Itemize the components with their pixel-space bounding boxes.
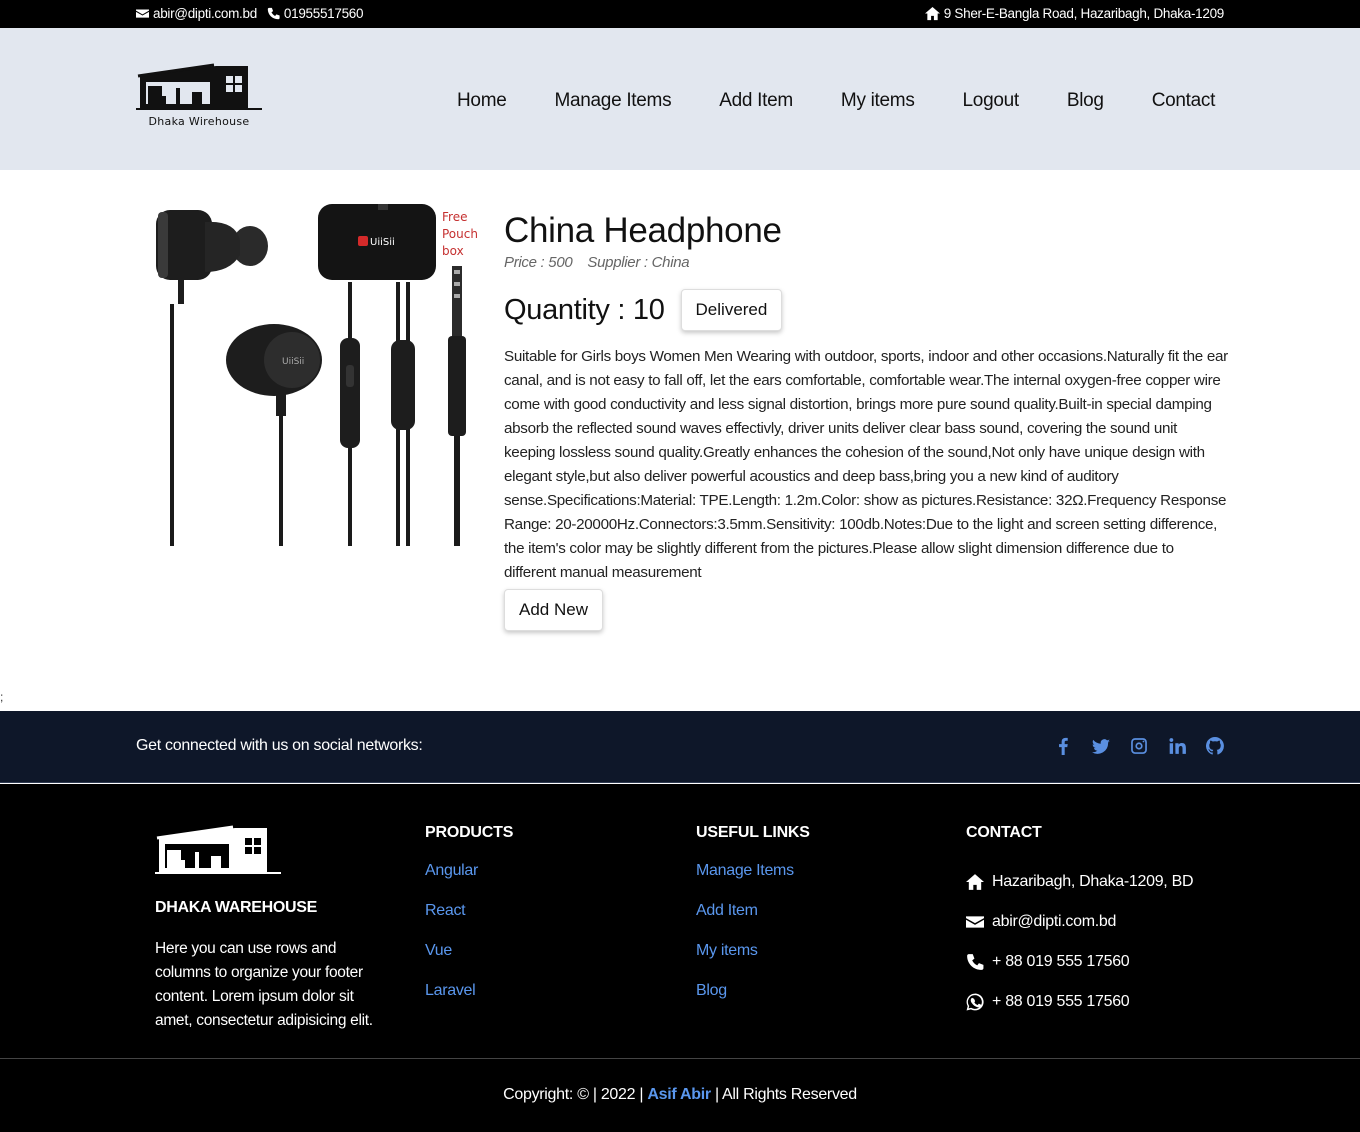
footer-link-add-item[interactable]: Add Item	[696, 902, 810, 942]
contact-phone[interactable]: + 88 019 555 17560	[966, 942, 1193, 982]
whatsapp-icon	[966, 993, 984, 1011]
footer-products-heading: PRODUCTS	[425, 824, 514, 841]
envelope-icon	[136, 9, 149, 18]
footer-link-manage-items[interactable]: Manage Items	[696, 862, 810, 902]
product-quantity: Quantity : 10	[504, 293, 665, 326]
copyright-suffix: | All Rights Reserved	[714, 1086, 857, 1103]
topbar-phone[interactable]: 01955517560	[267, 6, 364, 21]
topbar-email-text: abir@dipti.com.bd	[153, 6, 257, 21]
linkedin-icon[interactable]	[1168, 737, 1186, 755]
footer-link-angular[interactable]: Angular	[425, 862, 513, 902]
caption-line-3: box	[442, 244, 464, 258]
footer-brand-text: Here you can use rows and columns to org…	[155, 940, 373, 1029]
product-description: Suitable for Girls boys Women Men Wearin…	[504, 348, 1228, 581]
topbar-address: 9 Sher-E-Bangla Road, Hazaribagh, Dhaka-…	[924, 6, 1225, 21]
footer-useful-links: USEFUL LINKS Manage Items Add Item My it…	[696, 824, 810, 1022]
envelope-icon	[966, 916, 984, 928]
site-header: Dhaka Wirehouse Home Manage Items Add It…	[0, 28, 1360, 170]
add-new-button[interactable]: Add New	[504, 589, 603, 631]
product-details: China Headphone Price : 500 Supplier : C…	[504, 210, 1229, 631]
footer-brand: DHAKA WAREHOUSE Here you can use rows an…	[155, 824, 395, 1033]
footer-contact-heading: CONTACT	[966, 824, 1042, 841]
instagram-icon[interactable]	[1130, 737, 1148, 755]
footer-link-laravel[interactable]: Laravel	[425, 982, 513, 1022]
site-logo[interactable]: Dhaka Wirehouse	[136, 62, 262, 132]
home-icon	[924, 6, 940, 21]
phone-icon	[967, 954, 984, 970]
product-title: China Headphone	[504, 211, 782, 250]
social-text: Get connected with us on social networks…	[136, 737, 423, 754]
footer-links-heading: USEFUL LINKS	[696, 824, 810, 841]
logo-text: Dhaka Wirehouse	[148, 115, 250, 128]
product-meta: Price : 500 Supplier : China	[504, 254, 1229, 271]
twitter-icon[interactable]	[1092, 737, 1110, 755]
nav-my-items[interactable]: My items	[841, 90, 915, 112]
contact-address-text: Hazaribagh, Dhaka-1209, BD	[992, 873, 1194, 890]
footer-link-vue[interactable]: Vue	[425, 942, 513, 982]
copyright-author-link[interactable]: Asif Abir	[647, 1086, 711, 1103]
social-strip: Get connected with us on social networks…	[0, 711, 1360, 783]
social-icons	[1054, 737, 1224, 755]
caption-line-1: Free	[442, 210, 467, 224]
phone-icon	[267, 7, 280, 20]
footer-contact: CONTACT Hazaribagh, Dhaka-1209, BD abir@…	[966, 824, 1194, 1022]
quantity-row: Quantity : 10 Delivered	[504, 289, 1229, 331]
stray-text: ;	[0, 690, 4, 704]
footer-link-blog[interactable]: Blog	[696, 982, 810, 1022]
product-price: Price : 500	[504, 254, 573, 271]
topbar-address-text: 9 Sher-E-Bangla Road, Hazaribagh, Dhaka-…	[943, 6, 1225, 21]
warehouse-logo-icon	[136, 63, 262, 110]
footer-link-react[interactable]: React	[425, 902, 513, 942]
pouch-brand: UiiSii	[370, 237, 395, 248]
warehouse-logo-icon	[155, 825, 281, 874]
earbud-brand: UiiSii	[282, 357, 304, 367]
site-footer: DHAKA WAREHOUSE Here you can use rows an…	[0, 784, 1360, 1132]
nav-home[interactable]: Home	[457, 90, 507, 112]
home-icon	[966, 874, 984, 890]
product-image: UiiSii UiiSii Free Pouch box	[150, 200, 485, 550]
contact-whatsapp-text: + 88 019 555 17560	[992, 993, 1130, 1010]
main-nav: Home Manage Items Add Item My items Logo…	[457, 90, 1215, 112]
contact-email-text: abir@dipti.com.bd	[992, 913, 1117, 930]
github-icon[interactable]	[1205, 737, 1224, 755]
product-supplier: Supplier : China	[587, 254, 690, 271]
contact-phone-text: + 88 019 555 17560	[992, 953, 1130, 970]
copyright: Copyright: © | 2022 | Asif Abir | All Ri…	[0, 1086, 1360, 1104]
footer-products: PRODUCTS Angular React Vue Laravel	[425, 824, 513, 1022]
delivered-button[interactable]: Delivered	[680, 289, 783, 331]
top-bar: abir@dipti.com.bd 01955517560 9 Sher-E-B…	[0, 0, 1360, 28]
nav-logout[interactable]: Logout	[963, 90, 1020, 112]
nav-add-item[interactable]: Add Item	[719, 90, 793, 112]
topbar-phone-text: 01955517560	[283, 6, 364, 21]
nav-manage-items[interactable]: Manage Items	[554, 90, 671, 112]
nav-blog[interactable]: Blog	[1067, 90, 1104, 112]
copyright-prefix: Copyright: © | 2022 |	[503, 1086, 644, 1103]
caption-line-2: Pouch	[442, 227, 478, 241]
footer-link-my-items[interactable]: My items	[696, 942, 810, 982]
facebook-icon[interactable]	[1054, 737, 1072, 755]
footer-brand-name: DHAKA WAREHOUSE	[155, 899, 318, 916]
contact-whatsapp[interactable]: + 88 019 555 17560	[966, 982, 1193, 1022]
footer-divider	[0, 1058, 1360, 1059]
contact-address: Hazaribagh, Dhaka-1209, BD	[966, 862, 1194, 902]
topbar-email[interactable]: abir@dipti.com.bd	[136, 6, 257, 21]
contact-email[interactable]: abir@dipti.com.bd	[966, 902, 1193, 942]
nav-contact[interactable]: Contact	[1152, 90, 1216, 112]
